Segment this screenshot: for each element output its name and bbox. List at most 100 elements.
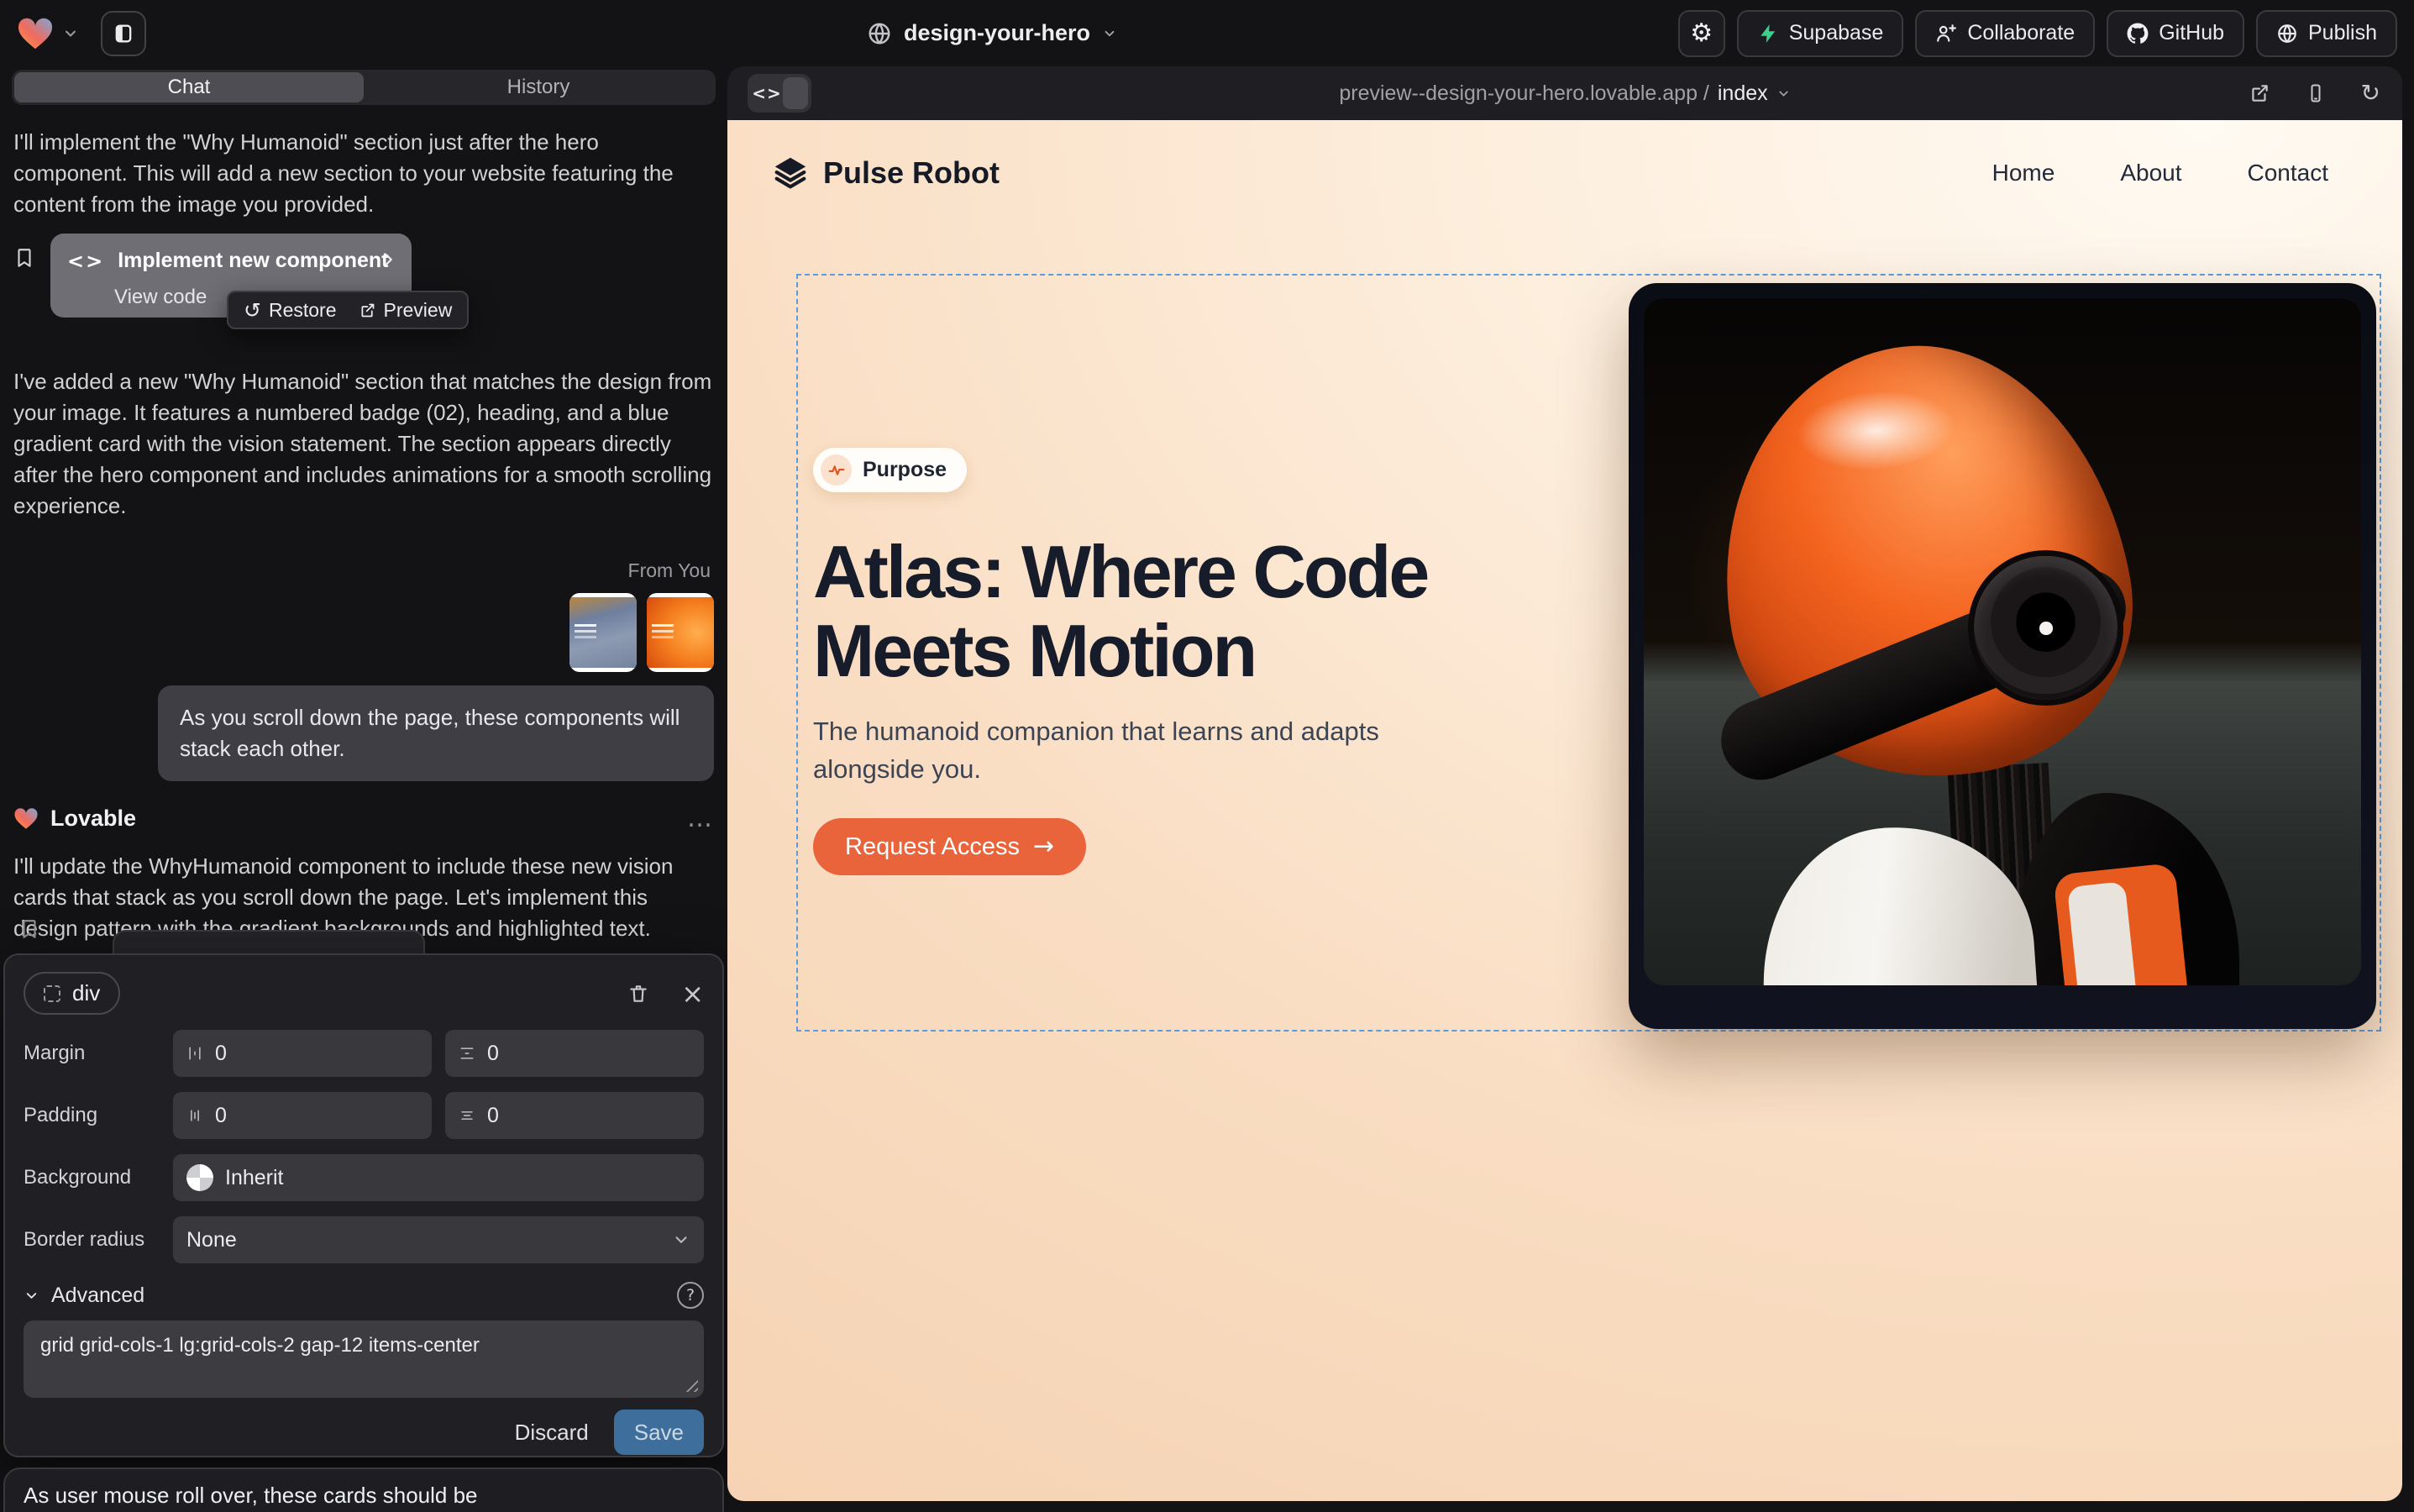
restore-icon: ↺ bbox=[244, 300, 261, 321]
assistant-name: Lovable bbox=[50, 803, 136, 834]
padding-y-input[interactable]: 0 bbox=[445, 1092, 704, 1139]
sidebar-toggle-button[interactable] bbox=[101, 11, 146, 56]
assistant-message: I'll implement the "Why Humanoid" sectio… bbox=[13, 127, 714, 220]
supabase-button[interactable]: Supabase bbox=[1737, 10, 1904, 57]
chevron-right-icon bbox=[380, 250, 398, 269]
element-tag: div bbox=[72, 980, 100, 1006]
app-topbar: design-your-hero ⚙ Supabase Collaborate … bbox=[0, 0, 2414, 66]
url-host: preview--design-your-hero.lovable.app / bbox=[1339, 81, 1709, 106]
preview-pane: <> preview--design-your-hero.lovable.app… bbox=[727, 66, 2402, 1501]
github-button[interactable]: GitHub bbox=[2107, 10, 2244, 57]
close-icon[interactable]: × bbox=[681, 980, 704, 1007]
code-icon: <> bbox=[67, 251, 104, 271]
color-swatch-icon bbox=[186, 1164, 213, 1191]
assistant-header: Lovable … bbox=[13, 803, 714, 834]
lovable-heart-icon bbox=[13, 807, 39, 830]
help-icon[interactable]: ? bbox=[677, 1282, 704, 1309]
project-name: design-your-hero bbox=[904, 20, 1090, 46]
gear-icon: ⚙ bbox=[1690, 21, 1713, 46]
mobile-preview-button[interactable] bbox=[2306, 82, 2326, 104]
preview-button[interactable]: Preview bbox=[359, 299, 453, 322]
from-you-label: From You bbox=[13, 555, 714, 586]
hero-section: Purpose Atlas: Where Code Meets Motion T… bbox=[813, 448, 1636, 875]
trash-icon bbox=[627, 983, 649, 1005]
chat-history-tabs: Chat History bbox=[12, 70, 716, 105]
border-radius-label: Border radius bbox=[24, 1228, 173, 1252]
chevron-down-icon bbox=[1102, 26, 1117, 41]
nav-about[interactable]: About bbox=[2120, 160, 2181, 186]
element-outline-icon bbox=[44, 985, 60, 1002]
advanced-section-toggle[interactable]: Advanced bbox=[51, 1284, 144, 1308]
collaborate-button[interactable]: Collaborate bbox=[1915, 10, 2095, 57]
delete-element-button[interactable] bbox=[627, 983, 649, 1005]
restore-button[interactable]: ↺ Restore bbox=[244, 299, 337, 322]
chat-input[interactable]: As user mouse roll over, these cards sho… bbox=[24, 1483, 704, 1509]
resize-handle-icon[interactable] bbox=[685, 1378, 698, 1392]
chevron-down-icon bbox=[1776, 87, 1791, 101]
arrow-right-icon: → bbox=[1033, 834, 1054, 859]
nav-contact[interactable]: Contact bbox=[2248, 160, 2329, 186]
external-link-icon bbox=[359, 302, 376, 319]
version-popover: ↺ Restore Preview bbox=[227, 291, 469, 329]
code-view-toggle[interactable]: <> bbox=[748, 74, 811, 113]
nav-home[interactable]: Home bbox=[1992, 160, 2055, 186]
refresh-button[interactable]: ↻ bbox=[2361, 81, 2380, 105]
code-icon: <> bbox=[751, 77, 783, 109]
site-canvas: Pulse Robot Home About Contact Purpose A… bbox=[727, 120, 2402, 1501]
background-label: Background bbox=[24, 1166, 173, 1189]
more-options-icon[interactable]: … bbox=[687, 806, 714, 832]
chat-thread: I'll implement the "Why Humanoid" sectio… bbox=[0, 105, 727, 944]
chat-panel: Chat History I'll implement the "Why Hum… bbox=[0, 66, 727, 1512]
attachment-thumbnails bbox=[13, 593, 714, 672]
save-button[interactable]: Save bbox=[614, 1410, 704, 1455]
open-in-new-tab-button[interactable] bbox=[2249, 82, 2270, 104]
tab-chat[interactable]: Chat bbox=[14, 72, 364, 102]
supabase-bolt-icon bbox=[1757, 23, 1779, 45]
chevron-down-icon bbox=[672, 1231, 690, 1249]
site-header: Pulse Robot Home About Contact bbox=[727, 120, 2402, 192]
margin-y-input[interactable]: 0 bbox=[445, 1030, 704, 1077]
robot-lens bbox=[1974, 556, 2117, 700]
element-inspector-panel: div × Margin 0 0 bbox=[3, 953, 724, 1457]
bookmark-icon[interactable] bbox=[13, 247, 35, 269]
lovable-heart-logo[interactable] bbox=[17, 17, 54, 50]
margin-x-icon bbox=[186, 1045, 203, 1062]
globe-icon bbox=[2276, 23, 2298, 45]
hero-subtitle: The humanoid companion that learns and a… bbox=[813, 712, 1468, 788]
site-nav: Home About Contact bbox=[1992, 160, 2359, 186]
attachment-image[interactable] bbox=[647, 593, 714, 672]
attachment-image[interactable] bbox=[569, 593, 637, 672]
margin-x-input[interactable]: 0 bbox=[173, 1030, 432, 1077]
margin-y-icon bbox=[459, 1045, 475, 1062]
mobile-device-icon bbox=[2306, 82, 2326, 104]
settings-button[interactable]: ⚙ bbox=[1678, 10, 1725, 57]
border-radius-select[interactable]: None bbox=[173, 1216, 704, 1263]
chat-composer: As user mouse roll over, these cards sho… bbox=[3, 1467, 724, 1512]
preview-toolbar: <> preview--design-your-hero.lovable.app… bbox=[727, 66, 2402, 120]
request-access-button[interactable]: Request Access → bbox=[813, 818, 1086, 875]
padding-y-icon bbox=[459, 1107, 475, 1124]
discard-button[interactable]: Discard bbox=[515, 1420, 589, 1446]
url-page: index bbox=[1718, 81, 1768, 106]
badge-label: Purpose bbox=[863, 458, 947, 482]
purpose-badge: Purpose bbox=[813, 448, 967, 492]
user-message-bubble: As you scroll down the page, these compo… bbox=[158, 685, 714, 781]
bookmark-icon bbox=[18, 918, 40, 940]
selected-element-chip[interactable]: div bbox=[24, 972, 120, 1015]
padding-x-input[interactable]: 0 bbox=[173, 1092, 432, 1139]
margin-label: Margin bbox=[24, 1042, 173, 1065]
external-link-icon bbox=[2249, 82, 2270, 104]
chevron-down-icon[interactable] bbox=[62, 25, 79, 42]
project-switcher[interactable]: design-your-hero bbox=[867, 0, 1117, 66]
globe-icon bbox=[867, 21, 892, 46]
preview-url[interactable]: preview--design-your-hero.lovable.app / … bbox=[1339, 81, 1790, 106]
assistant-message: I've added a new "Why Humanoid" section … bbox=[13, 366, 714, 522]
background-input[interactable]: Inherit bbox=[173, 1154, 704, 1201]
site-brand[interactable]: Pulse Robot bbox=[771, 154, 1000, 192]
user-plus-icon bbox=[1935, 23, 1957, 45]
robot-forearm bbox=[2054, 863, 2189, 985]
classes-textarea[interactable]: grid grid-cols-1 lg:grid-cols-2 gap-12 i… bbox=[24, 1320, 704, 1398]
tab-history[interactable]: History bbox=[364, 72, 713, 102]
publish-button[interactable]: Publish bbox=[2256, 10, 2397, 57]
github-icon bbox=[2127, 23, 2149, 45]
